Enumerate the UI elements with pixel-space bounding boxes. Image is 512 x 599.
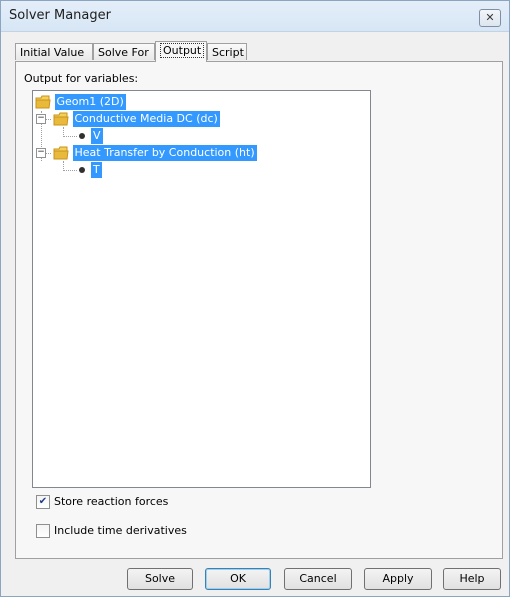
- tree-connector: [63, 170, 77, 171]
- tab-solve-for[interactable]: Solve For: [93, 43, 155, 60]
- tree-root-geom1[interactable]: Geom1 (2D): [35, 94, 126, 110]
- store-reaction-forces-label: Store reaction forces: [54, 495, 169, 508]
- minus-expander-icon[interactable]: −: [36, 148, 46, 158]
- solve-button[interactable]: Solve: [127, 568, 193, 590]
- window-title: Solver Manager: [9, 8, 111, 23]
- tree-group-heat-transfer[interactable]: Heat Transfer by Conduction (ht): [53, 145, 257, 161]
- store-reaction-forces-checkbox[interactable]: ✔: [36, 495, 50, 509]
- tree-group-conductive-media[interactable]: Conductive Media DC (dc): [53, 111, 220, 127]
- tree-connector: [63, 136, 77, 137]
- tree-root-label: Geom1 (2D): [54, 94, 126, 110]
- tree-group-label: Conductive Media DC (dc): [72, 111, 220, 127]
- ok-button[interactable]: OK: [205, 568, 271, 590]
- tab-initial-value-label: Initial Value: [20, 46, 85, 59]
- tab-script[interactable]: Script: [207, 43, 247, 60]
- variable-dot-icon: [79, 133, 85, 139]
- tab-output-label: Output: [160, 43, 205, 58]
- tab-script-label: Script: [212, 46, 244, 59]
- tree-leaf-label: V: [91, 128, 103, 144]
- output-variables-label: Output for variables:: [24, 72, 139, 85]
- folder-icon: [35, 95, 51, 109]
- folder-icon: [53, 146, 69, 160]
- tab-solve-for-label: Solve For: [98, 46, 149, 59]
- cancel-button[interactable]: Cancel: [284, 568, 352, 590]
- title-bar[interactable]: Solver Manager ✕: [1, 1, 509, 32]
- tab-output[interactable]: Output: [155, 41, 207, 62]
- tree-leaf-label: T: [91, 162, 102, 178]
- tree-leaf-t[interactable]: T: [91, 162, 102, 178]
- include-time-derivatives-label: Include time derivatives: [54, 524, 187, 537]
- output-tab-panel: Output for variables: Geom1 (2D) − Condu…: [15, 61, 503, 559]
- minus-expander-icon[interactable]: −: [36, 114, 46, 124]
- tab-initial-value[interactable]: Initial Value: [15, 43, 93, 60]
- close-icon: ✕: [485, 11, 495, 24]
- solver-manager-window: Solver Manager ✕ Initial Value Solve For…: [0, 0, 510, 597]
- folder-icon: [53, 112, 69, 126]
- help-button[interactable]: Help: [443, 568, 501, 590]
- include-time-derivatives-checkbox[interactable]: [36, 524, 50, 538]
- variables-tree[interactable]: Geom1 (2D) − Conductive Media DC (dc) V …: [32, 90, 371, 488]
- tree-group-label: Heat Transfer by Conduction (ht): [72, 145, 257, 161]
- tree-leaf-v[interactable]: V: [91, 128, 103, 144]
- apply-button[interactable]: Apply: [364, 568, 432, 590]
- close-button[interactable]: ✕: [479, 9, 501, 27]
- variable-dot-icon: [79, 167, 85, 173]
